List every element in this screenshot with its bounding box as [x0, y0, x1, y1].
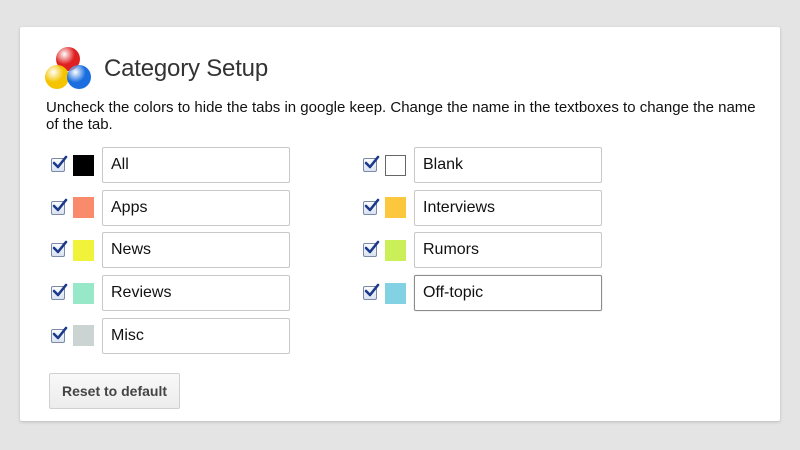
- checkmark-icon: [364, 198, 380, 211]
- category-row: [51, 275, 290, 312]
- checkmark-icon: [52, 241, 68, 254]
- reset-to-default-button[interactable]: Reset to default: [49, 373, 180, 409]
- category-name-input[interactable]: [414, 275, 602, 312]
- header: Category Setup: [44, 39, 268, 99]
- checkmark-icon: [52, 283, 68, 297]
- category-column-right: [363, 147, 602, 318]
- category-name-input[interactable]: [102, 317, 290, 354]
- app-logo-icon: [44, 45, 92, 93]
- checkmark-icon: [364, 241, 380, 254]
- checkmark-icon: [364, 155, 380, 169]
- category-name-input[interactable]: [414, 147, 602, 183]
- settings-card: Category Setup Uncheck the colors to hid…: [20, 27, 780, 421]
- category-row: [363, 275, 602, 312]
- color-swatch: [73, 239, 94, 261]
- color-swatch: [73, 154, 94, 176]
- category-checkbox[interactable]: [51, 241, 68, 258]
- logo-yellow-ball: [45, 65, 69, 89]
- category-checkbox[interactable]: [51, 283, 68, 301]
- category-row: [363, 232, 602, 269]
- color-swatch: [73, 325, 94, 347]
- category-row: [51, 317, 290, 354]
- category-checkbox[interactable]: [363, 155, 380, 172]
- category-name-input[interactable]: [102, 232, 290, 269]
- color-swatch: [385, 197, 406, 219]
- category-column-left: [51, 147, 290, 360]
- category-name-input[interactable]: [102, 275, 290, 312]
- category-checkbox[interactable]: [51, 326, 68, 343]
- category-row: [363, 189, 602, 226]
- checkmark-icon: [364, 283, 380, 297]
- category-row: [51, 147, 290, 183]
- category-checkbox[interactable]: [51, 198, 68, 215]
- category-row: [51, 232, 290, 269]
- category-name-input[interactable]: [414, 189, 602, 226]
- category-checkbox[interactable]: [363, 241, 380, 258]
- category-name-input[interactable]: [102, 189, 290, 226]
- color-swatch: [385, 282, 406, 304]
- color-swatch: [73, 197, 94, 219]
- color-swatch: [385, 239, 406, 261]
- category-checkbox[interactable]: [363, 198, 380, 215]
- category-row: [363, 147, 602, 183]
- category-name-input[interactable]: [102, 147, 290, 183]
- page-title: Category Setup: [104, 55, 268, 82]
- color-swatch: [385, 154, 406, 176]
- instructions-text: Uncheck the colors to hide the tabs in g…: [46, 99, 756, 133]
- category-row: [51, 189, 290, 226]
- category-checkbox[interactable]: [363, 283, 380, 301]
- logo-blue-ball: [67, 65, 91, 89]
- category-checkbox[interactable]: [51, 155, 68, 172]
- color-swatch: [73, 282, 94, 304]
- checkmark-icon: [52, 326, 68, 340]
- category-name-input[interactable]: [414, 232, 602, 269]
- checkmark-icon: [52, 198, 68, 211]
- checkmark-icon: [52, 155, 68, 169]
